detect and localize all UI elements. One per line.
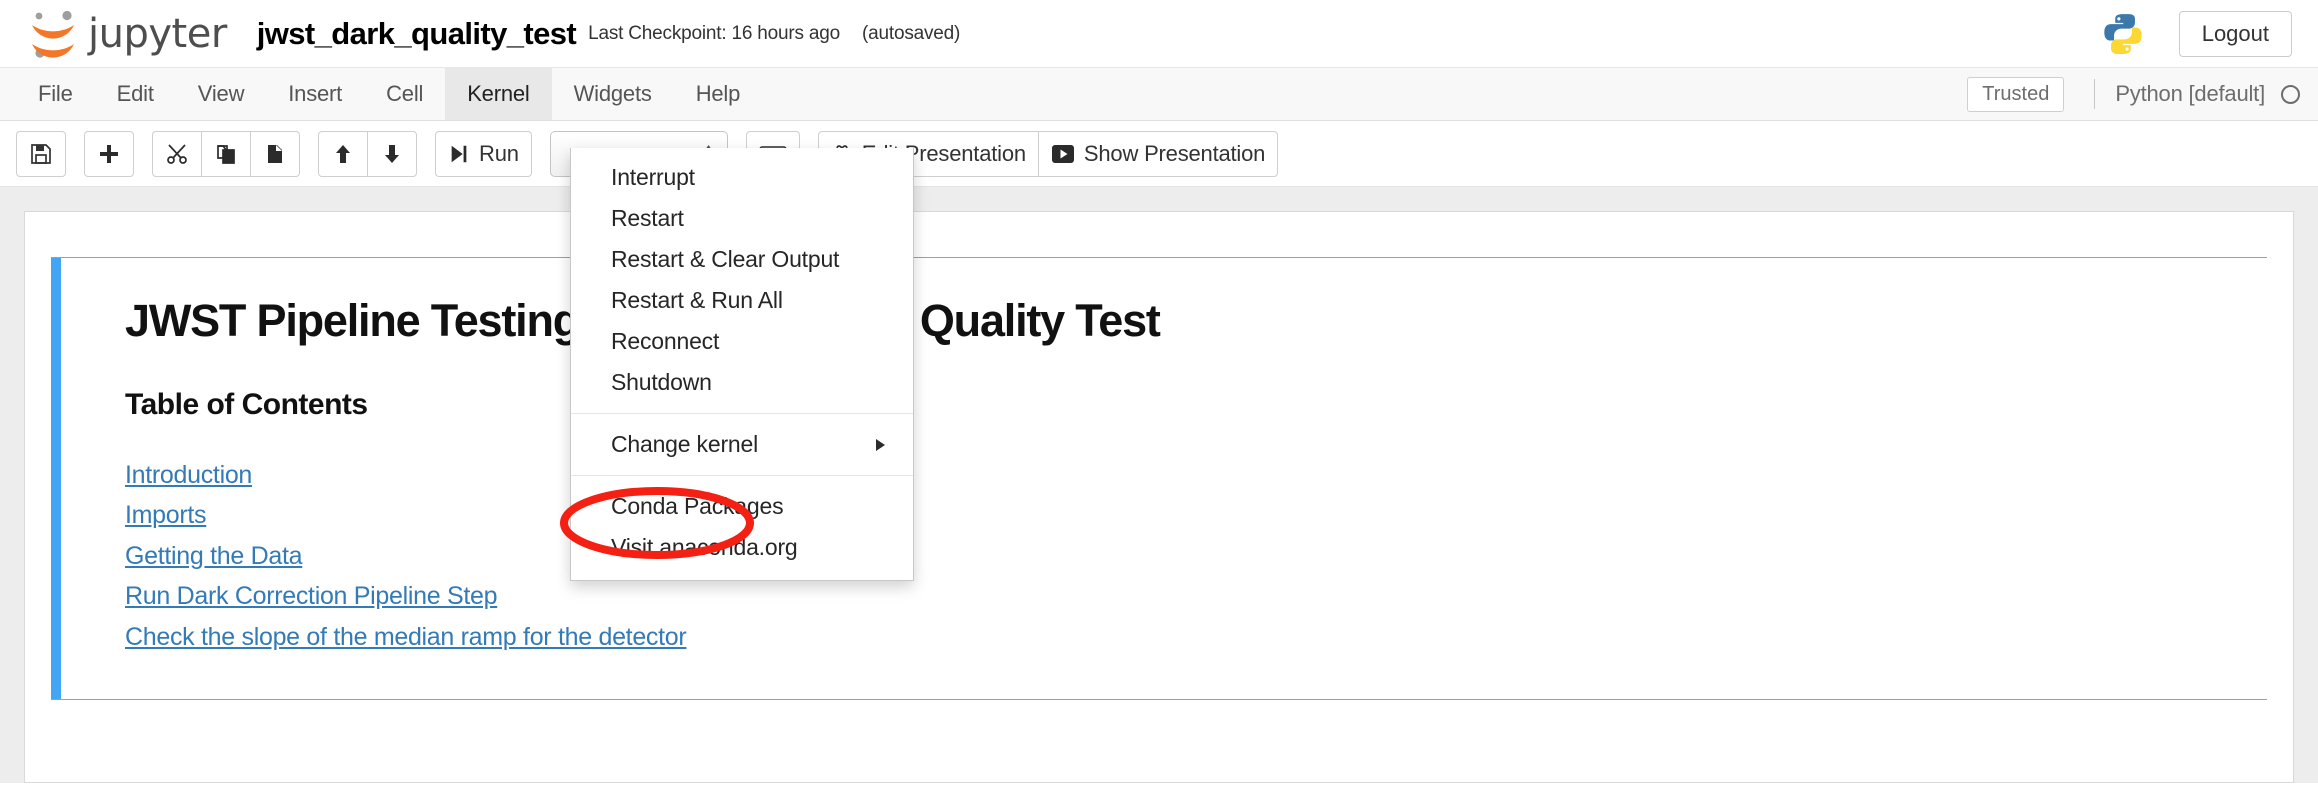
kernel-menu-interrupt[interactable]: Interrupt — [571, 157, 913, 198]
chevron-right-icon — [876, 438, 885, 451]
toolbar-group-clipboard — [152, 130, 300, 177]
menu-kernel[interactable]: Kernel — [445, 68, 552, 120]
move-cell-down-button[interactable] — [367, 130, 417, 177]
menubar-status-group: Trusted Python [default] — [1967, 68, 2318, 120]
toolbar-group-save — [16, 130, 66, 177]
kernel-menu-divider-2 — [571, 475, 913, 476]
menu-insert[interactable]: Insert — [266, 68, 364, 120]
menubar-items: File Edit View Insert Cell Kernel Widget… — [0, 68, 762, 120]
jupyter-wordmark: jupyter — [88, 10, 227, 57]
kernel-dropdown-menu[interactable]: Interrupt Restart Restart & Clear Output… — [570, 148, 914, 581]
page-title: JWST Pipeline Testing Notebook: Dark Qua… — [125, 295, 1161, 346]
copy-cell-button[interactable] — [201, 130, 251, 177]
toc-link-check-slope-of-median-ramp[interactable]: Check the slope of the median ramp for t… — [125, 620, 687, 656]
notebook-body: JWST Pipeline Testing Notebook: Dark Qua… — [0, 187, 2318, 783]
menubar-divider — [2094, 79, 2096, 109]
kernel-menu-restart-run-all[interactable]: Restart & Run All — [571, 280, 913, 321]
run-icon — [448, 143, 470, 165]
menu-widgets[interactable]: Widgets — [552, 68, 674, 120]
trusted-badge[interactable]: Trusted — [1967, 76, 2065, 112]
kernel-menu-restart[interactable]: Restart — [571, 198, 913, 239]
jupyter-brand[interactable]: jupyter — [26, 9, 227, 59]
show-presentation-button[interactable]: Show Presentation — [1037, 130, 1279, 177]
menu-file[interactable]: File — [16, 68, 95, 120]
kernel-idle-circle-icon — [2281, 84, 2300, 104]
jupyter-logo-icon — [26, 9, 80, 59]
kernel-menu-reconnect[interactable]: Reconnect — [571, 321, 913, 362]
menu-view[interactable]: View — [176, 68, 267, 120]
kernel-menu-restart-clear-output[interactable]: Restart & Clear Output — [571, 239, 913, 280]
toolbar-group-run: Run — [435, 130, 532, 177]
insert-cell-below-button[interactable] — [84, 130, 134, 177]
menu-edit[interactable]: Edit — [95, 68, 176, 120]
autosave-status: (autosaved) — [862, 22, 961, 44]
jupyter-notebook-app: jupyter jwst_dark_quality_test Last Chec… — [0, 0, 2318, 810]
notebook-toolbar: Run Edit Presentation Show Presentation — [0, 121, 2318, 187]
toolbar-group-insert — [84, 130, 134, 177]
toolbar-group-move — [318, 130, 417, 177]
show-presentation-label: Show Presentation — [1083, 140, 1266, 166]
paste-icon — [263, 142, 287, 166]
cell-selection-bar — [51, 258, 61, 699]
cut-cell-button[interactable] — [152, 130, 202, 177]
toc-link-getting-the-data[interactable]: Getting the Data — [125, 539, 303, 575]
logout-button[interactable]: Logout — [2178, 10, 2292, 57]
paste-cell-button[interactable] — [250, 130, 300, 177]
arrow-up-icon — [331, 142, 355, 166]
floppy-disk-icon — [29, 142, 53, 166]
kernel-menu-shutdown[interactable]: Shutdown — [571, 362, 913, 403]
menu-cell[interactable]: Cell — [364, 68, 445, 120]
last-checkpoint-label: Last Checkpoint: 16 hours ago — [588, 22, 841, 44]
scissors-icon — [165, 142, 189, 166]
arrow-down-icon — [380, 142, 404, 166]
menubar: File Edit View Insert Cell Kernel Widget… — [0, 68, 2318, 121]
kernel-menu-divider-1 — [571, 413, 913, 414]
notebook-page: JWST Pipeline Testing Notebook: Dark Qua… — [24, 211, 2294, 783]
notebook-header: jupyter jwst_dark_quality_test Last Chec… — [0, 0, 2318, 68]
run-cell-button[interactable]: Run — [435, 130, 532, 177]
kernel-menu-change-kernel-label: Change kernel — [611, 431, 759, 457]
header-right-group: Logout — [2101, 10, 2292, 57]
markdown-cell-content[interactable]: JWST Pipeline Testing Notebook: Dark Qua… — [61, 258, 2267, 699]
kernel-indicator-label: Python [default] — [2115, 81, 2265, 106]
toc-heading: Table of Contents — [125, 387, 368, 421]
kernel-menu-visit-anaconda[interactable]: Visit anaconda.org — [571, 527, 913, 568]
move-cell-up-button[interactable] — [318, 130, 368, 177]
run-label: Run — [479, 140, 519, 166]
markdown-cell[interactable]: JWST Pipeline Testing Notebook: Dark Qua… — [51, 257, 2267, 700]
menu-help[interactable]: Help — [674, 68, 762, 120]
kernel-menu-conda-packages[interactable]: Conda Packages — [571, 486, 913, 527]
table-of-contents: Introduction Imports Getting the Data Ru… — [125, 458, 2207, 656]
notebook-name[interactable]: jwst_dark_quality_test — [257, 16, 577, 52]
toc-link-imports[interactable]: Imports — [125, 498, 207, 534]
save-button[interactable] — [16, 130, 66, 177]
python-logo-icon — [2101, 12, 2145, 56]
copy-icon — [214, 142, 238, 166]
toc-link-run-dark-correction-pipeline-step[interactable]: Run Dark Correction Pipeline Step — [125, 579, 498, 615]
kernel-menu-change-kernel[interactable]: Change kernel — [571, 424, 913, 465]
toc-link-introduction[interactable]: Introduction — [125, 458, 252, 494]
play-box-icon — [1051, 144, 1075, 164]
plus-icon — [97, 142, 121, 166]
